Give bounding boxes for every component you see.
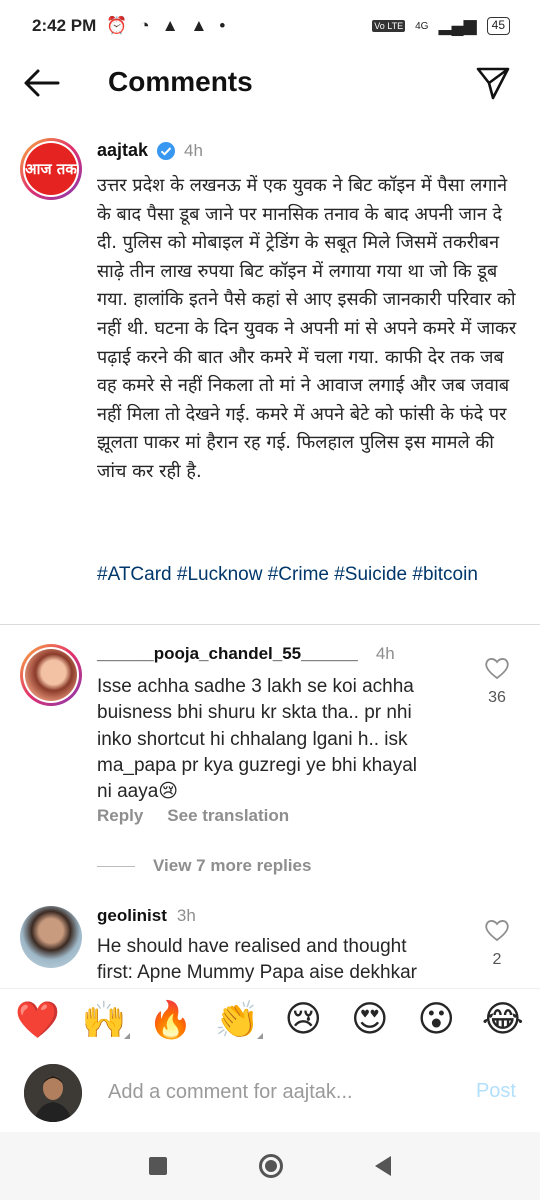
commenter-avatar[interactable] — [20, 644, 82, 706]
commenter-photo — [25, 649, 77, 701]
skin-tone-indicator-icon — [256, 1032, 263, 1039]
send-icon[interactable] — [474, 64, 512, 102]
aajtak-logo: आज तक — [25, 143, 77, 195]
heart-outline-icon[interactable] — [484, 656, 510, 680]
clapping-emoji-button[interactable]: 👏 — [214, 999, 263, 1041]
comment-text: He should have realised and thought firs… — [97, 936, 417, 984]
alarm-icon: ⏰ — [106, 16, 128, 35]
volte-icon: Vo LTE — [372, 20, 406, 32]
page-title: Comments — [108, 66, 253, 97]
comment-username[interactable]: geolinist — [97, 906, 167, 926]
caption-hashtags[interactable]: #ATCard #Lucknow #Crime #Suicide #bitcoi… — [97, 562, 517, 587]
status-time: 2:42 PM — [32, 16, 97, 35]
view-more-replies-button[interactable]: View 7 more replies — [97, 856, 311, 876]
clapping-emoji: 👏 — [214, 999, 260, 1041]
view-more-label: View 7 more replies — [153, 856, 312, 875]
crying-emoji-button[interactable]: 😢 — [281, 999, 325, 1040]
aajtak-avatar[interactable]: आज तक — [20, 138, 82, 200]
caption-text: उत्तर प्रदेश के लखनऊ में एक युवक ने बिट … — [97, 175, 517, 482]
post-button[interactable]: Post — [476, 1080, 516, 1103]
comment-username[interactable]: ______pooja_chandel_55______ — [97, 644, 358, 664]
comment-header: geolinist 3h — [97, 906, 196, 926]
divider — [0, 624, 540, 625]
comment-composer: Post — [0, 1062, 540, 1124]
home-icon[interactable] — [259, 1154, 283, 1178]
reply-button[interactable]: Reply — [97, 806, 143, 826]
top-bar: Comments — [0, 52, 540, 114]
see-translation-button[interactable]: See translation — [167, 806, 289, 826]
current-user-photo — [24, 1064, 82, 1122]
caption-header: aajtak 4h — [97, 140, 203, 161]
like-count: 36 — [488, 689, 506, 706]
system-nav-bar — [0, 1132, 540, 1200]
caption-username[interactable]: aajtak — [97, 140, 148, 161]
fire-emoji-button[interactable]: 🔥 — [148, 999, 193, 1041]
dot-icon: • — [219, 16, 226, 35]
back-triangle-icon[interactable] — [375, 1156, 391, 1176]
back-arrow-icon[interactable] — [22, 66, 62, 100]
emoji-reaction-bar: ❤️ 🙌 🔥 👏 😢 😍 😮 😂 — [0, 988, 540, 1050]
view-more-line — [97, 865, 135, 867]
signal-icon: ▂▄▆ — [438, 16, 477, 35]
comment-header: ______pooja_chandel_55______ 4h — [97, 644, 395, 664]
current-user-avatar — [24, 1064, 82, 1122]
heart-outline-icon[interactable] — [484, 918, 510, 942]
laughing-emoji-button[interactable]: 😂 — [481, 999, 525, 1040]
comment-time: 3h — [176, 906, 196, 925]
surprised-emoji-button[interactable]: 😮 — [414, 999, 458, 1040]
skin-tone-indicator-icon — [123, 1032, 130, 1039]
network-type: 4G — [415, 20, 429, 32]
status-system-icons: Vo LTE 4G ▂▄▆ 45 — [372, 16, 510, 36]
like-count: 2 — [492, 951, 502, 968]
battery-icon: 45 — [486, 17, 510, 35]
status-bar: 2:42 PM ⏰ ◔ ▲ ▲ • Vo LTE 4G ▂▄▆ 45 — [0, 0, 540, 52]
recents-icon[interactable] — [149, 1157, 167, 1175]
caption-time: 4h — [184, 140, 203, 160]
comment-time: 4h — [375, 644, 395, 663]
comment-text: Isse achha sadhe 3 lakh se koi achha bui… — [97, 676, 418, 803]
status-notification-icons: ⏰ ◔ ▲ ▲ • — [106, 16, 225, 36]
comment-input[interactable] — [108, 1076, 438, 1108]
comment-like: 2 — [482, 918, 512, 969]
raising-hands-emoji: 🙌 — [81, 999, 127, 1041]
raising-hands-emoji-button[interactable]: 🙌 — [81, 999, 130, 1041]
comment-item: geolinist 3h He should have realised and… — [0, 906, 540, 988]
verified-badge-icon — [157, 141, 176, 160]
commenter-avatar[interactable] — [20, 906, 82, 968]
commenter-photo — [20, 906, 82, 968]
app-notification-icon: ▲ — [161, 16, 179, 35]
heart-eyes-emoji-button[interactable]: 😍 — [348, 999, 392, 1040]
sync-icon: ◔ — [139, 16, 150, 35]
app-notification-icon-2: ▲ — [190, 16, 208, 35]
comment-actions: Reply See translation — [97, 806, 289, 826]
comment-like: 36 — [482, 656, 512, 707]
heart-emoji-button[interactable]: ❤️ — [15, 999, 60, 1041]
